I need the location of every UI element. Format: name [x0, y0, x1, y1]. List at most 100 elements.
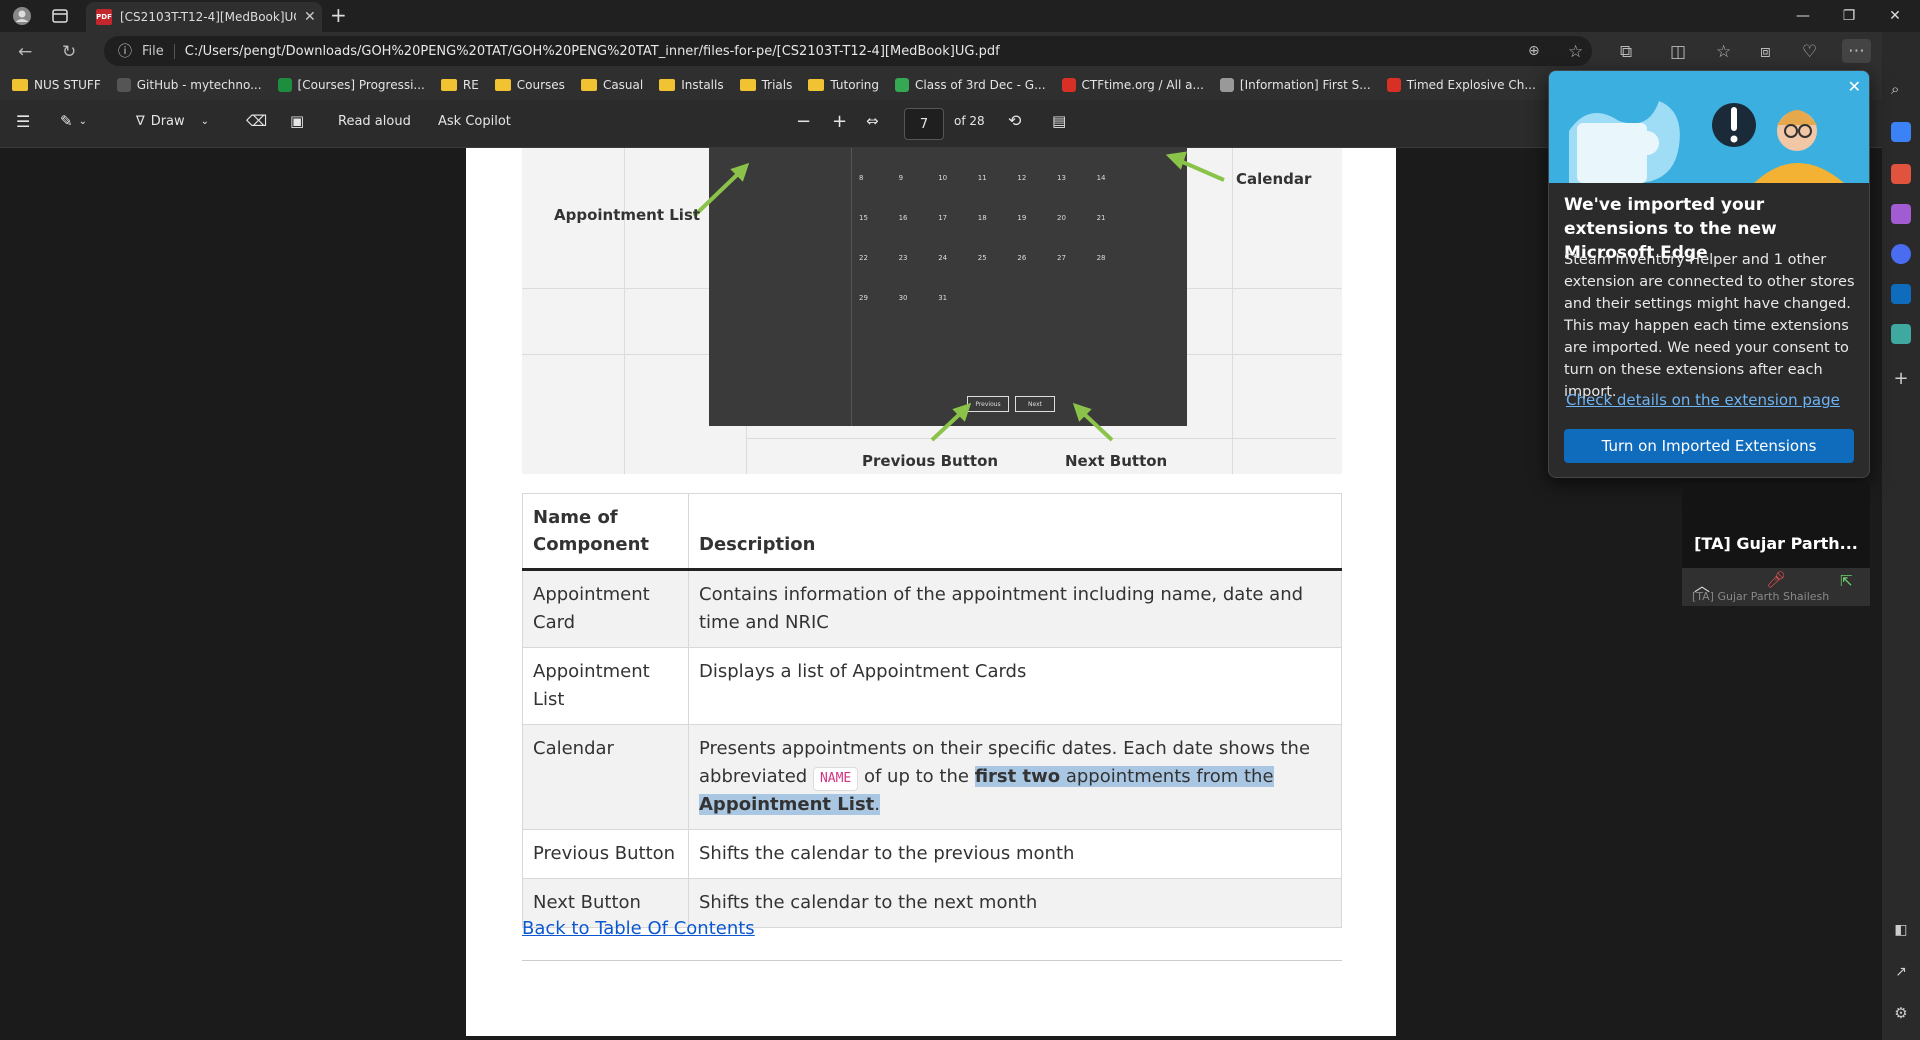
more-menu-icon[interactable]: ⋯	[1842, 39, 1871, 63]
table-cell-name: Appointment Card	[522, 569, 689, 648]
back-arrow-icon[interactable]: ←	[18, 42, 32, 62]
read-aloud-button[interactable]: Read aloud	[338, 114, 411, 129]
popup-illustration	[1549, 71, 1869, 183]
folder-icon	[440, 79, 457, 91]
table-cell-description: Displays a list of Appointment Cards	[688, 647, 1342, 725]
favorite-label: Casual	[602, 78, 644, 92]
ui-screenshot-figure: 8 9 10 11 12 13 14 15 16 17 18 19 20 21 22 23 24 25 26 27 28…	[522, 148, 1342, 474]
collections-icon[interactable]: ⧈	[1760, 42, 1771, 62]
copilot-sidebar-icon[interactable]	[1891, 244, 1911, 264]
selected-text: Appointment List	[699, 794, 875, 815]
restore-button[interactable]: ❐	[1826, 0, 1872, 32]
table-row: Appointment Card Contains information of…	[522, 569, 1342, 648]
contents-list-icon[interactable]: ☰	[16, 112, 30, 131]
favorite-item[interactable]: Trials	[739, 78, 792, 92]
minimize-button[interactable]: —	[1780, 0, 1826, 32]
info-icon[interactable]: ⓘ	[118, 41, 132, 61]
hide-sidebar-icon[interactable]: ◧	[1891, 922, 1911, 942]
extensions-import-popup: ✕ We've imported your extensions to the …	[1548, 70, 1870, 478]
label-appointment-list: Appointment List	[554, 206, 701, 224]
favorite-star-icon[interactable]: ☆	[1568, 42, 1583, 62]
favorite-item[interactable]: GitHub - mytechno...	[116, 78, 262, 92]
zoom-icon[interactable]: ⊕	[1528, 43, 1540, 59]
address-bar[interactable]: ⓘ File C:/Users/pengt/Downloads/GOH%20PE…	[104, 36, 1592, 66]
title-bar: PDF [CS2103T-T12-4][MedBook]UG.p ✕ + — ❐…	[0, 0, 1920, 32]
extensions-icon[interactable]: ⧉	[1620, 42, 1632, 62]
send-icon[interactable]	[1891, 324, 1911, 344]
table-cell-description: Shifts the calendar to the next month	[688, 878, 1342, 928]
zoom-in-icon[interactable]: +	[832, 111, 847, 132]
games-icon[interactable]	[1891, 204, 1911, 224]
draw-button[interactable]: ∇ Draw ⌄	[136, 114, 209, 129]
favorite-item[interactable]: CTFtime.org / All a...	[1061, 78, 1204, 92]
view-icon[interactable]: ▣	[290, 112, 304, 130]
rotate-icon[interactable]: ⟲	[1008, 111, 1021, 130]
favorite-label: Courses	[516, 78, 565, 92]
draw-label: Draw	[150, 114, 185, 129]
favorite-item[interactable]: Timed Explosive Ch...	[1386, 78, 1536, 92]
favorite-item[interactable]: [Courses] Progressi...	[277, 78, 425, 92]
popout-icon[interactable]: ⇱	[1840, 572, 1853, 590]
favorite-item[interactable]: Casual	[580, 78, 644, 92]
check-details-link[interactable]: Check details on the extension page	[1566, 391, 1840, 409]
highlight-icon[interactable]: ✎ ⌄	[60, 112, 87, 130]
edge-sidebar: ⌕ + ◧ ↗ ⚙	[1882, 32, 1920, 1040]
turn-on-extensions-button[interactable]: Turn on Imported Extensions	[1564, 429, 1854, 463]
favorite-item[interactable]: Class of 3rd Dec - G...	[895, 78, 1046, 92]
profile-avatar-icon[interactable]	[12, 6, 32, 26]
pdf-page: 8 9 10 11 12 13 14 15 16 17 18 19 20 21 22 23 24 25 26 27 28…	[466, 148, 1396, 1036]
eraser-icon[interactable]: ⌫	[246, 112, 267, 130]
close-tab-icon[interactable]: ✕	[304, 9, 316, 25]
label-next-button: Next Button	[1065, 452, 1168, 470]
new-tab-icon[interactable]: +	[330, 3, 350, 27]
fit-page-icon[interactable]: ⇔	[866, 112, 879, 130]
address-row: ← ↻ ⓘ File C:/Users/pengt/Downloads/GOH%…	[0, 32, 1920, 70]
favorite-label: GitHub - mytechno...	[136, 78, 262, 92]
video-call-tile[interactable]: [TA] Gujar Parth... ︿ 🎤︎ ⇱ [TA] Gujar Pa…	[1682, 484, 1870, 606]
sheets-icon	[277, 78, 292, 92]
zoom-out-icon[interactable]: −	[796, 111, 811, 132]
favorite-item[interactable]: [Information] First S...	[1219, 78, 1371, 92]
favorite-item[interactable]: Tutoring	[808, 78, 879, 92]
favorite-label: CTFtime.org / All a...	[1081, 78, 1204, 92]
table-cell-name: Calendar	[522, 724, 689, 830]
outlook-icon[interactable]	[1891, 284, 1911, 304]
table-header-name: Name of Component	[522, 493, 689, 571]
label-calendar: Calendar	[1236, 170, 1312, 188]
table-row: Calendar Presents appointments on their …	[522, 724, 1342, 830]
folder-icon	[12, 79, 28, 91]
pdf-file-icon: PDF	[96, 9, 112, 25]
code-chip: NAME	[812, 767, 859, 791]
search-icon[interactable]: ⌕	[1891, 80, 1911, 100]
file-scheme-label: File	[142, 43, 175, 59]
participant-full-name: [TA] Gujar Parth Shailesh	[1692, 590, 1830, 603]
close-window-button[interactable]: ✕	[1872, 0, 1918, 32]
ask-copilot-button[interactable]: Ask Copilot	[438, 114, 511, 129]
settings-icon[interactable]: ⚙	[1891, 1004, 1911, 1024]
browser-tab[interactable]: PDF [CS2103T-T12-4][MedBook]UG.p ✕	[86, 2, 322, 32]
tools-icon[interactable]	[1891, 164, 1911, 184]
external-link-icon[interactable]: ↗	[1891, 964, 1911, 984]
favorite-item[interactable]: RE	[440, 78, 479, 92]
page-number-input[interactable]: 7	[904, 108, 944, 140]
table-row: Appointment List Displays a list of Appo…	[522, 647, 1342, 725]
favorite-item[interactable]: Courses	[494, 78, 565, 92]
favorites-icon[interactable]: ☆	[1716, 42, 1731, 62]
folder-icon	[580, 79, 597, 91]
close-popup-icon[interactable]: ✕	[1848, 77, 1861, 96]
tab-title: [CS2103T-T12-4][MedBook]UG.p	[120, 10, 296, 24]
add-sidebar-icon[interactable]: +	[1891, 368, 1911, 389]
table-cell-name: Appointment List	[522, 647, 689, 725]
page-count-label: of 28	[954, 114, 985, 128]
favorite-label: Installs	[681, 78, 724, 92]
shopping-icon[interactable]	[1891, 122, 1911, 142]
split-screen-icon[interactable]: ◫	[1670, 42, 1686, 62]
tab-actions-icon[interactable]	[50, 6, 70, 26]
refresh-icon[interactable]: ↻	[62, 42, 76, 62]
url-text[interactable]: C:/Users/pengt/Downloads/GOH%20PENG%20TA…	[185, 44, 1000, 59]
page-view-icon[interactable]: ▤	[1052, 112, 1066, 130]
browser-essentials-icon[interactable]: ♡	[1802, 42, 1817, 62]
back-to-toc-link[interactable]: Back to Table Of Contents	[522, 918, 755, 939]
favorite-item[interactable]: Installs	[659, 78, 724, 92]
favorite-item[interactable]: NUS STUFF	[12, 78, 101, 92]
